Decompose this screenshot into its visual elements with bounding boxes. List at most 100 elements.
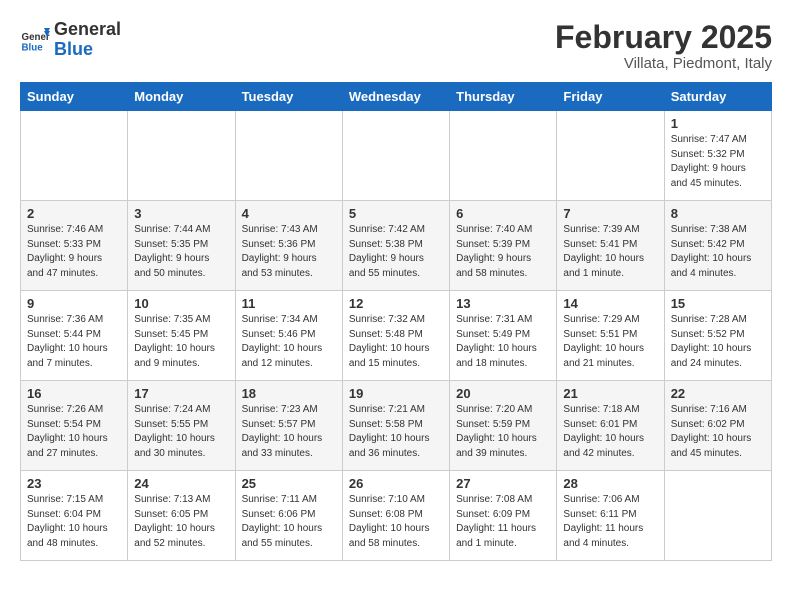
day-number: 2 — [27, 206, 121, 221]
calendar-cell: 15 Sunrise: 7:28 AM Sunset: 5:52 PM Dayli… — [664, 291, 771, 381]
weekday-header-monday: Monday — [128, 83, 235, 111]
day-number: 12 — [349, 296, 443, 311]
logo-blue-text: Blue — [54, 39, 93, 59]
day-number: 26 — [349, 476, 443, 491]
logo: General Blue General Blue — [20, 20, 121, 60]
day-number: 11 — [242, 296, 336, 311]
day-number: 16 — [27, 386, 121, 401]
day-number: 25 — [242, 476, 336, 491]
calendar-cell: 10 Sunrise: 7:35 AM Sunset: 5:45 PM Dayli… — [128, 291, 235, 381]
calendar-cell: 4 Sunrise: 7:43 AM Sunset: 5:36 PM Daylig… — [235, 201, 342, 291]
day-info: Sunrise: 7:38 AM Sunset: 5:42 PM Dayligh… — [671, 223, 765, 281]
day-number: 20 — [456, 386, 550, 401]
day-info: Sunrise: 7:18 AM Sunset: 6:01 PM Dayligh… — [563, 403, 657, 461]
day-number: 18 — [242, 386, 336, 401]
day-number: 24 — [134, 476, 228, 491]
day-number: 28 — [563, 476, 657, 491]
day-number: 10 — [134, 296, 228, 311]
weekday-header-thursday: Thursday — [450, 83, 557, 111]
day-number: 5 — [349, 206, 443, 221]
day-info: Sunrise: 7:21 AM Sunset: 5:58 PM Dayligh… — [349, 403, 443, 461]
day-info: Sunrise: 7:31 AM Sunset: 5:49 PM Dayligh… — [456, 313, 550, 371]
weekday-header-saturday: Saturday — [664, 83, 771, 111]
calendar-cell: 13 Sunrise: 7:31 AM Sunset: 5:49 PM Dayli… — [450, 291, 557, 381]
calendar-cell — [557, 111, 664, 201]
day-info: Sunrise: 7:13 AM Sunset: 6:05 PM Dayligh… — [134, 493, 228, 551]
calendar-cell: 14Sunrise: 7:29 AM Sunset: 5:51 PM Dayli… — [557, 291, 664, 381]
calendar-week-4: 16Sunrise: 7:26 AM Sunset: 5:54 PM Dayli… — [21, 381, 772, 471]
day-number: 22 — [671, 386, 765, 401]
day-number: 13 — [456, 296, 550, 311]
day-info: Sunrise: 7:34 AM Sunset: 5:46 PM Dayligh… — [242, 313, 336, 371]
day-number: 1 — [671, 116, 765, 131]
day-info: Sunrise: 7:35 AM Sunset: 5:45 PM Dayligh… — [134, 313, 228, 371]
page-header: General Blue General Blue February 2025 … — [20, 20, 772, 72]
day-info: Sunrise: 7:06 AM Sunset: 6:11 PM Dayligh… — [563, 493, 657, 551]
calendar-week-3: 9 Sunrise: 7:36 AM Sunset: 5:44 PM Daylig… — [21, 291, 772, 381]
day-info: Sunrise: 7:16 AM Sunset: 6:02 PM Dayligh… — [671, 403, 765, 461]
day-info: Sunrise: 7:28 AM Sunset: 5:52 PM Dayligh… — [671, 313, 765, 371]
weekday-header-row: SundayMondayTuesdayWednesdayThursdayFrid… — [21, 83, 772, 111]
calendar-cell: 9 Sunrise: 7:36 AM Sunset: 5:44 PM Daylig… — [21, 291, 128, 381]
day-info: Sunrise: 7:32 AM Sunset: 5:48 PM Dayligh… — [349, 313, 443, 371]
day-info: Sunrise: 7:11 AM Sunset: 6:06 PM Dayligh… — [242, 493, 336, 551]
day-number: 14 — [563, 296, 657, 311]
day-info: Sunrise: 7:40 AM Sunset: 5:39 PM Dayligh… — [456, 223, 550, 281]
day-number: 4 — [242, 206, 336, 221]
day-info: Sunrise: 7:43 AM Sunset: 5:36 PM Dayligh… — [242, 223, 336, 281]
day-number: 3 — [134, 206, 228, 221]
day-info: Sunrise: 7:24 AM Sunset: 5:55 PM Dayligh… — [134, 403, 228, 461]
calendar-cell: 23 Sunrise: 7:15 AM Sunset: 6:04 PM Dayli… — [21, 471, 128, 561]
weekday-header-tuesday: Tuesday — [235, 83, 342, 111]
calendar-cell: 22 Sunrise: 7:16 AM Sunset: 6:02 PM Dayli… — [664, 381, 771, 471]
day-number: 8 — [671, 206, 765, 221]
day-number: 27 — [456, 476, 550, 491]
calendar-cell: 8 Sunrise: 7:38 AM Sunset: 5:42 PM Daylig… — [664, 201, 771, 291]
day-number: 17 — [134, 386, 228, 401]
calendar-cell: 5 Sunrise: 7:42 AM Sunset: 5:38 PM Daylig… — [342, 201, 449, 291]
day-number: 23 — [27, 476, 121, 491]
day-info: Sunrise: 7:20 AM Sunset: 5:59 PM Dayligh… — [456, 403, 550, 461]
day-info: Sunrise: 7:08 AM Sunset: 6:09 PM Dayligh… — [456, 493, 550, 551]
calendar-week-2: 2Sunrise: 7:46 AM Sunset: 5:33 PM Daylig… — [21, 201, 772, 291]
day-info: Sunrise: 7:44 AM Sunset: 5:35 PM Dayligh… — [134, 223, 228, 281]
day-number: 21 — [563, 386, 657, 401]
calendar-cell — [450, 111, 557, 201]
day-number: 7 — [563, 206, 657, 221]
day-info: Sunrise: 7:23 AM Sunset: 5:57 PM Dayligh… — [242, 403, 336, 461]
location-subtitle: Villata, Piedmont, Italy — [555, 55, 772, 72]
month-title: February 2025 — [555, 20, 772, 55]
calendar-cell: 18 Sunrise: 7:23 AM Sunset: 5:57 PM Dayli… — [235, 381, 342, 471]
day-info: Sunrise: 7:15 AM Sunset: 6:04 PM Dayligh… — [27, 493, 121, 551]
logo-general-text: General — [54, 19, 121, 39]
day-info: Sunrise: 7:42 AM Sunset: 5:38 PM Dayligh… — [349, 223, 443, 281]
day-number: 19 — [349, 386, 443, 401]
calendar-cell: 3 Sunrise: 7:44 AM Sunset: 5:35 PM Daylig… — [128, 201, 235, 291]
calendar-cell: 1 Sunrise: 7:47 AM Sunset: 5:32 PM Daylig… — [664, 111, 771, 201]
day-info: Sunrise: 7:10 AM Sunset: 6:08 PM Dayligh… — [349, 493, 443, 551]
calendar-cell: 6Sunrise: 7:40 AM Sunset: 5:39 PM Daylig… — [450, 201, 557, 291]
day-info: Sunrise: 7:47 AM Sunset: 5:32 PM Dayligh… — [671, 133, 765, 191]
calendar-cell: 16Sunrise: 7:26 AM Sunset: 5:54 PM Dayli… — [21, 381, 128, 471]
weekday-header-wednesday: Wednesday — [342, 83, 449, 111]
calendar-cell: 20 Sunrise: 7:20 AM Sunset: 5:59 PM Dayli… — [450, 381, 557, 471]
calendar-week-5: 23 Sunrise: 7:15 AM Sunset: 6:04 PM Dayli… — [21, 471, 772, 561]
title-block: February 2025 Villata, Piedmont, Italy — [555, 20, 772, 72]
calendar-cell: 24 Sunrise: 7:13 AM Sunset: 6:05 PM Dayli… — [128, 471, 235, 561]
weekday-header-friday: Friday — [557, 83, 664, 111]
calendar-week-1: 1 Sunrise: 7:47 AM Sunset: 5:32 PM Daylig… — [21, 111, 772, 201]
day-info: Sunrise: 7:39 AM Sunset: 5:41 PM Dayligh… — [563, 223, 657, 281]
calendar-cell — [342, 111, 449, 201]
day-info: Sunrise: 7:36 AM Sunset: 5:44 PM Dayligh… — [27, 313, 121, 371]
calendar-cell: 28 Sunrise: 7:06 AM Sunset: 6:11 PM Dayli… — [557, 471, 664, 561]
weekday-header-sunday: Sunday — [21, 83, 128, 111]
calendar-cell — [664, 471, 771, 561]
calendar-cell — [128, 111, 235, 201]
day-number: 9 — [27, 296, 121, 311]
calendar-table: SundayMondayTuesdayWednesdayThursdayFrid… — [20, 82, 772, 561]
day-number: 15 — [671, 296, 765, 311]
calendar-cell — [21, 111, 128, 201]
calendar-cell: 27 Sunrise: 7:08 AM Sunset: 6:09 PM Dayli… — [450, 471, 557, 561]
calendar-cell: 26 Sunrise: 7:10 AM Sunset: 6:08 PM Dayli… — [342, 471, 449, 561]
calendar-cell: 17 Sunrise: 7:24 AM Sunset: 5:55 PM Dayli… — [128, 381, 235, 471]
